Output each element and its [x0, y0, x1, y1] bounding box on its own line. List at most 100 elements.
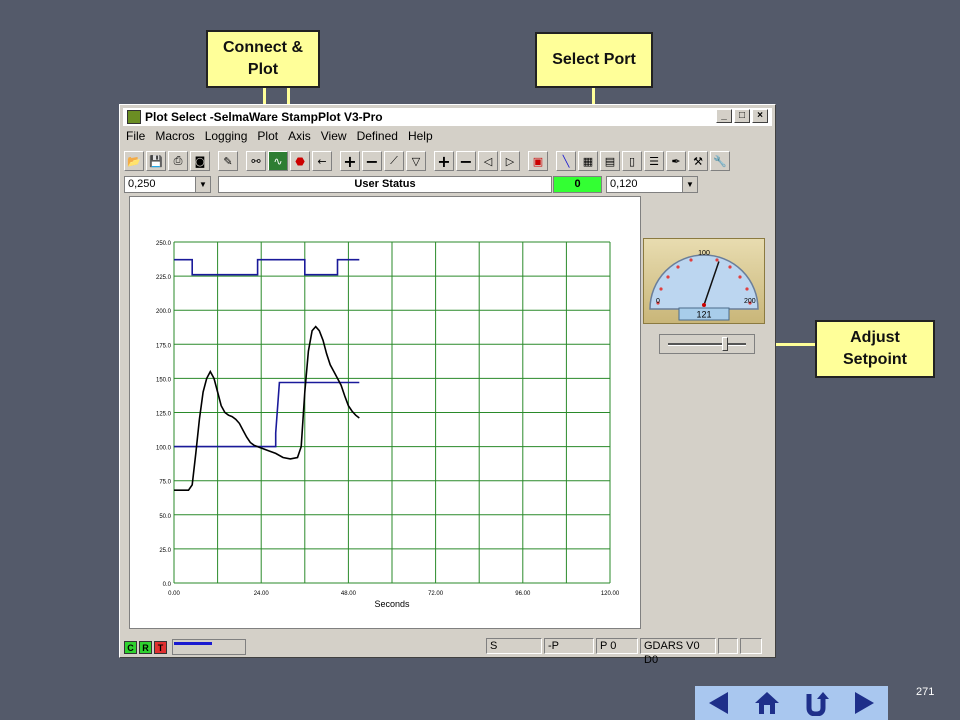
previous-slide-button[interactable] [699, 688, 739, 718]
gauge-readout: 121 [696, 310, 711, 320]
y-tick-label: 250.0 [156, 241, 172, 247]
home-button[interactable] [747, 688, 787, 718]
progress-fill [174, 642, 212, 645]
toolbar: 📂 💾 ⎙ ◙ ✎ ⚯ ∿ ⬣ ← + − ⟋ ▽ + − ◁ ▷ ▣ ╲ ▦ … [124, 149, 732, 173]
minimize-button[interactable]: _ [716, 109, 732, 123]
y-tick-label: 50.0 [159, 514, 171, 520]
wrench-icon[interactable]: 🔧 [710, 151, 730, 171]
y-tick-label: 150.0 [156, 377, 172, 383]
port-icon[interactable]: ▣ [528, 151, 548, 171]
line-chart: 0.0 25.0 50.0 75.0 100.0 125.0 150.0 175.0 200.0… [156, 241, 620, 609]
slider-track [668, 343, 746, 346]
slider-thumb[interactable] [722, 337, 728, 351]
connect-icon[interactable]: ⚯ [246, 151, 266, 171]
app-icon [127, 110, 141, 124]
status-cell-p0: P 0 [596, 638, 638, 654]
slope-down-icon[interactable]: ▽ [406, 151, 426, 171]
arrow-left-icon[interactable]: ← [312, 151, 332, 171]
x-tick-label: 0.00 [168, 591, 180, 597]
right-combo[interactable]: 0,120 ▼ [606, 176, 698, 193]
menu-view[interactable]: View [321, 129, 347, 145]
menu-macros[interactable]: Macros [155, 129, 194, 145]
setpoint-slider[interactable] [659, 334, 755, 354]
y-tick-label: 100.0 [156, 446, 172, 452]
window-title: Plot Select -SelmaWare StampPlot V3-Pro [145, 110, 383, 124]
x-axis-label: Seconds [374, 599, 410, 609]
next-slide-button[interactable] [844, 688, 884, 718]
select-port-icon[interactable]: ╲ [556, 151, 576, 171]
menu-defined[interactable]: Defined [357, 129, 398, 145]
chevron-down-icon[interactable]: ▼ [682, 177, 697, 192]
menu-bar: File Macros Logging Plot Axis View Defin… [126, 129, 433, 145]
grid-icon[interactable]: ▦ [578, 151, 598, 171]
gauge-label-max: 200 [744, 298, 756, 305]
callout-adjust-setpoint: Adjust Setpoint [815, 320, 935, 378]
save-icon[interactable]: 💾 [146, 151, 166, 171]
y-tick-label: 225.0 [156, 275, 172, 281]
status-bar: C R T S -P P 0 GDARS V0 D0 [124, 638, 769, 666]
zoom-plus-icon[interactable]: + [340, 151, 360, 171]
series-line-2 [174, 381, 360, 448]
y-tick-label: 0.0 [163, 582, 172, 588]
return-button[interactable] [796, 688, 836, 718]
menu-plot[interactable]: Plot [257, 129, 278, 145]
menu-file[interactable]: File [126, 129, 145, 145]
notes-icon[interactable]: ▤ [600, 151, 620, 171]
y-tick-label: 75.0 [159, 480, 171, 486]
callout-select-port: Select Port [535, 32, 653, 88]
side-panel: 100 0 200 121 [641, 196, 768, 629]
page-number: 271 [916, 686, 935, 698]
value-display: 0 [553, 176, 602, 193]
wand-icon[interactable]: ✎ [218, 151, 238, 171]
left-combo-value: 0,250 [128, 178, 156, 190]
x-right-icon[interactable]: ▷ [500, 151, 520, 171]
maximize-button[interactable]: □ [734, 109, 750, 123]
slope-up-icon[interactable]: ⟋ [384, 151, 404, 171]
menu-axis[interactable]: Axis [288, 129, 311, 145]
chevron-down-icon[interactable]: ▼ [195, 177, 210, 192]
gauge-label-top: 100 [698, 250, 710, 257]
home-icon [755, 692, 780, 714]
x-minus-icon[interactable]: − [456, 151, 476, 171]
menu-help[interactable]: Help [408, 129, 433, 145]
list-icon[interactable]: ☰ [644, 151, 664, 171]
y-tick-label: 175.0 [156, 343, 172, 349]
x-left-icon[interactable]: ◁ [478, 151, 498, 171]
status-cell-gdars: GDARS V0 D0 [640, 638, 716, 666]
x-tick-label: 72.00 [428, 591, 444, 597]
stampplot-window: Plot Select -SelmaWare StampPlot V3-Pro … [119, 104, 776, 666]
document-icon[interactable]: ▯ [622, 151, 642, 171]
gauge-dial: 100 0 200 121 [649, 250, 759, 321]
status-cell-empty-1 [718, 638, 738, 654]
camera-icon[interactable]: ◙ [190, 151, 210, 171]
triangle-right-icon [854, 692, 874, 714]
pen-icon[interactable]: ✒ [666, 151, 686, 171]
plot-area[interactable]: 0.0 25.0 50.0 75.0 100.0 125.0 150.0 175.0 200.0… [129, 196, 641, 629]
series-line-1 [174, 258, 360, 276]
user-status-field: User Status [218, 176, 552, 193]
right-combo-value: 0,120 [610, 178, 638, 190]
status-cell-p: -P [544, 638, 594, 654]
plot-icon[interactable]: ∿ [268, 151, 288, 171]
progress-bar [172, 639, 246, 655]
y-tick-label: 200.0 [156, 309, 172, 315]
title-bar[interactable]: Plot Select -SelmaWare StampPlot V3-Pro … [123, 108, 772, 126]
triangle-left-icon [709, 692, 729, 714]
menu-logging[interactable]: Logging [205, 129, 248, 145]
close-button[interactable]: × [752, 109, 768, 123]
x-tick-label: 96.00 [515, 591, 531, 597]
control-row: 0,250 ▼ User Status 0 0,120 ▼ [124, 176, 769, 194]
tools-icon[interactable]: ⚒ [688, 151, 708, 171]
callout-connect-plot: Connect & Plot [206, 30, 320, 88]
indicator-r: R [139, 640, 152, 654]
setpoint-gauge: 100 0 200 121 [643, 238, 765, 324]
x-tick-label: 24.00 [254, 591, 270, 597]
gauge-hub [702, 303, 706, 307]
print-icon[interactable]: ⎙ [168, 151, 188, 171]
zoom-minus-icon[interactable]: − [362, 151, 382, 171]
left-combo[interactable]: 0,250 ▼ [124, 176, 211, 193]
stop-icon[interactable]: ⬣ [290, 151, 310, 171]
open-folder-icon[interactable]: 📂 [124, 151, 144, 171]
return-icon [806, 692, 829, 716]
x-plus-icon[interactable]: + [434, 151, 454, 171]
